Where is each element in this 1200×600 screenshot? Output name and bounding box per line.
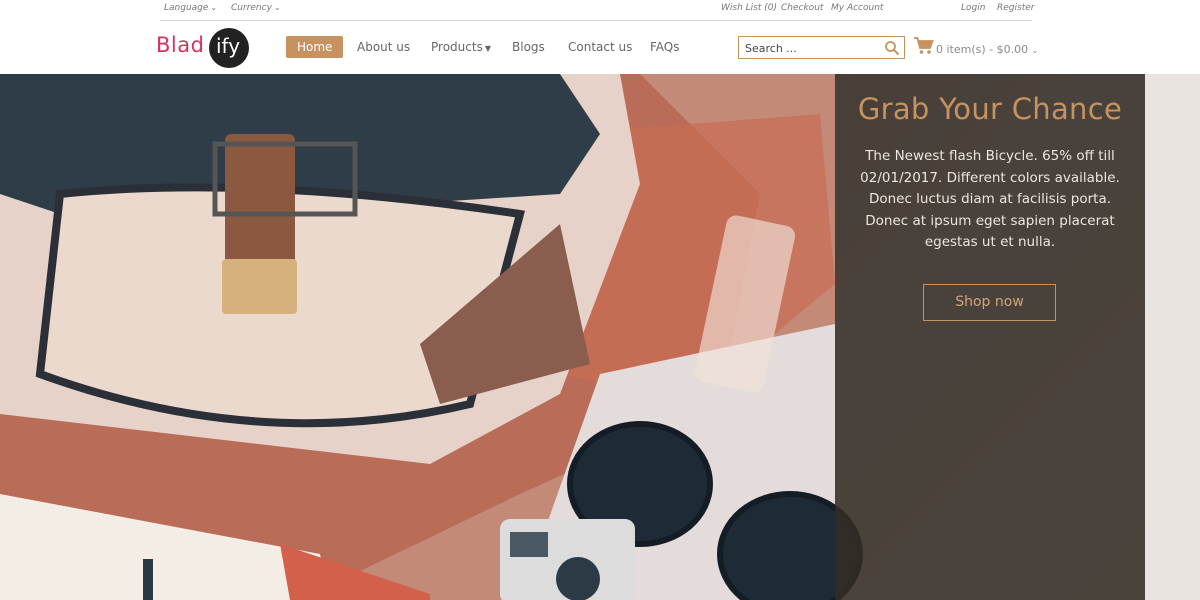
top-utility-bar: Language ⌄ Currency ⌄ Wish List (0) Checko… bbox=[160, 0, 1034, 21]
site-logo[interactable]: Blad ify bbox=[156, 28, 249, 68]
cart-summary: 0 item(s) - $0.00 ⌄ bbox=[936, 43, 1038, 56]
shop-now-button[interactable]: Shop now bbox=[923, 284, 1056, 321]
search-input[interactable] bbox=[745, 40, 880, 56]
logo-text-right: ify bbox=[216, 34, 241, 58]
checkout-link[interactable]: Checkout bbox=[781, 3, 823, 13]
nav-blogs[interactable]: Blogs bbox=[512, 36, 545, 58]
language-dropdown[interactable]: Language ⌄ bbox=[164, 3, 217, 13]
language-label: Language bbox=[164, 3, 209, 13]
my-account-link[interactable]: My Account bbox=[831, 3, 883, 13]
hero-right-edge bbox=[1145, 74, 1200, 600]
site-header: Blad ify Home About us Products ▼ Blogs C… bbox=[0, 22, 1200, 74]
currency-dropdown[interactable]: Currency ⌄ bbox=[231, 3, 281, 13]
currency-label: Currency bbox=[231, 3, 272, 13]
hero-banner: Grab Your Chance The Newest flash Bicycl… bbox=[0, 74, 1200, 600]
nav-faqs[interactable]: FAQs bbox=[650, 36, 680, 58]
promo-overlay: Grab Your Chance The Newest flash Bicycl… bbox=[835, 74, 1145, 600]
nav-about[interactable]: About us bbox=[357, 36, 410, 58]
register-link[interactable]: Register bbox=[997, 3, 1034, 13]
search-box bbox=[738, 36, 905, 59]
cart-icon bbox=[914, 37, 934, 54]
wishlist-link[interactable]: Wish List (0) bbox=[721, 3, 777, 13]
search-icon[interactable] bbox=[884, 40, 900, 56]
nav-products[interactable]: Products ▼ bbox=[431, 36, 491, 58]
chevron-down-icon: ⌄ bbox=[210, 3, 218, 12]
login-link[interactable]: Login bbox=[961, 3, 985, 13]
cart-summary-text: 0 item(s) - $0.00 bbox=[936, 43, 1029, 56]
nav-products-label: Products bbox=[431, 40, 483, 54]
promo-title: Grab Your Chance bbox=[857, 92, 1123, 126]
promo-description: The Newest flash Bicycle. 65% off till 0… bbox=[860, 148, 1120, 251]
caret-down-icon: ▼ bbox=[484, 44, 491, 53]
logo-text-left: Blad bbox=[156, 33, 205, 57]
logo-circle: ify bbox=[209, 28, 249, 68]
chevron-down-icon: ⌄ bbox=[1031, 46, 1039, 55]
nav-home[interactable]: Home bbox=[286, 36, 344, 58]
chevron-down-icon: ⌄ bbox=[273, 3, 281, 12]
nav-contact[interactable]: Contact us bbox=[568, 36, 632, 58]
